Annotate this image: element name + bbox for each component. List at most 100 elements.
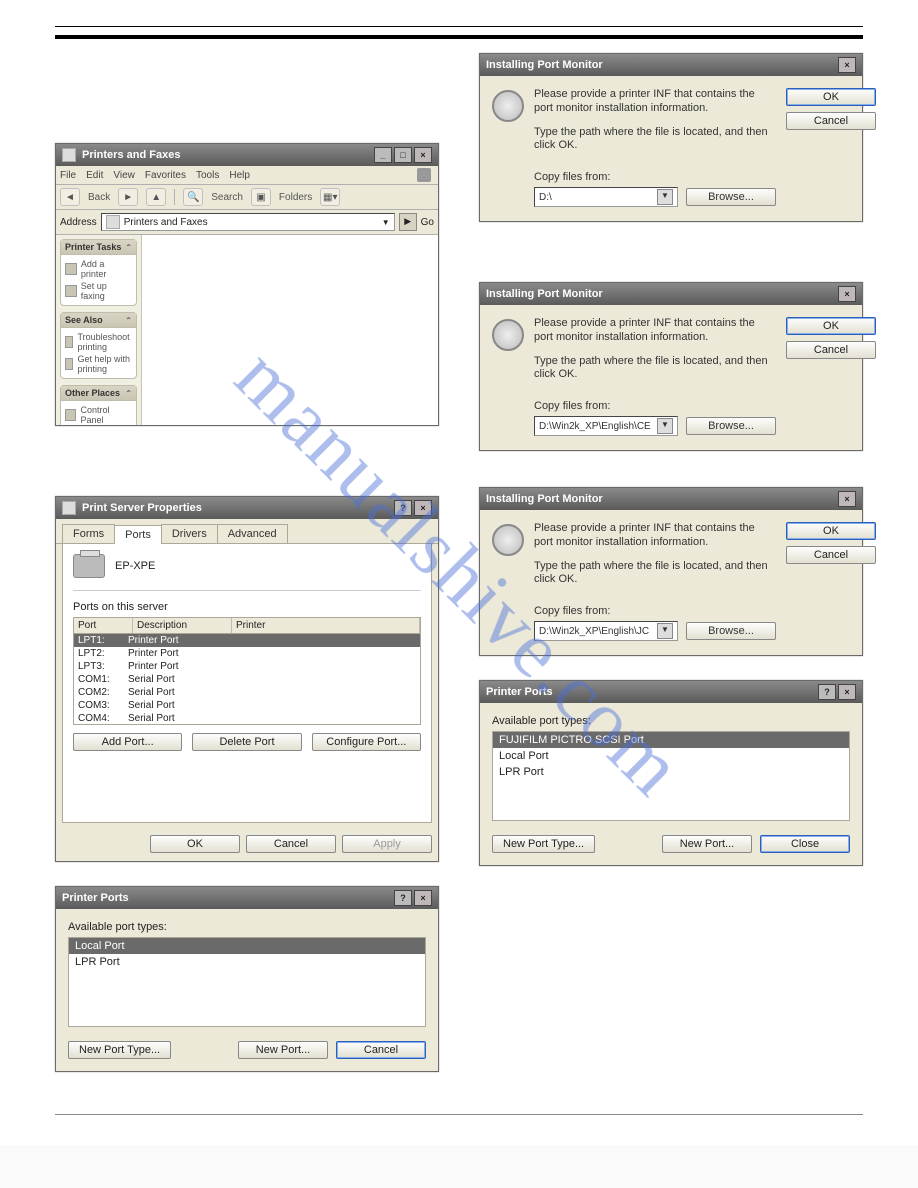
port-type-row[interactable]: FUJIFILM PICTRO SCSI Port xyxy=(493,732,849,748)
port-type-row[interactable]: LPR Port xyxy=(493,764,849,780)
help-icon xyxy=(65,358,73,370)
tab-advanced[interactable]: Advanced xyxy=(217,524,288,543)
add-port-button[interactable]: Add Port... xyxy=(73,733,182,751)
port-row[interactable]: LPT3:Printer Port xyxy=(74,660,420,673)
folders-icon[interactable]: ▣ xyxy=(251,188,271,206)
ipm-message-1: Please provide a printer INF that contai… xyxy=(534,88,776,116)
link-control-panel[interactable]: Control Panel xyxy=(65,404,132,425)
close-button[interactable]: × xyxy=(838,491,856,507)
back-button[interactable]: ◄ xyxy=(60,188,80,206)
ipm-message-1: Please provide a printer INF that contai… xyxy=(534,317,776,345)
port-row[interactable]: COM4:Serial Port xyxy=(74,712,420,725)
close-button[interactable]: × xyxy=(414,890,432,906)
port-type-row[interactable]: Local Port xyxy=(493,748,849,764)
close-button[interactable]: × xyxy=(838,57,856,73)
views-button[interactable]: ▦▾ xyxy=(320,188,340,206)
dialog-title: Printer Ports xyxy=(62,892,129,904)
forward-button[interactable]: ► xyxy=(118,188,138,206)
close-button[interactable]: × xyxy=(838,684,856,700)
ok-button[interactable]: OK xyxy=(786,522,876,540)
tab-drivers[interactable]: Drivers xyxy=(161,524,218,543)
maximize-button[interactable]: □ xyxy=(394,147,412,163)
collapse-icon[interactable]: ⌃ xyxy=(125,243,132,252)
menu-edit[interactable]: Edit xyxy=(86,170,103,181)
new-port-button[interactable]: New Port... xyxy=(662,835,752,853)
browse-button[interactable]: Browse... xyxy=(686,188,776,206)
link-get-help[interactable]: Get help with printing xyxy=(65,353,132,375)
port-type-row[interactable]: LPR Port xyxy=(69,954,425,970)
dropdown-icon[interactable]: ▼ xyxy=(657,623,673,639)
menu-help[interactable]: Help xyxy=(229,170,250,181)
copy-path-input[interactable]: D:\▼ xyxy=(534,187,678,207)
ipm-message-2: Type the path where the file is located,… xyxy=(534,560,776,588)
installing-port-monitor-dialog-1: Installing Port Monitor × Please provide… xyxy=(479,53,863,222)
port-row[interactable]: LPT2:Printer Port xyxy=(74,647,420,660)
installing-port-monitor-dialog-2: Installing Port Monitor × Please provide… xyxy=(479,282,863,451)
menu-favorites[interactable]: Favorites xyxy=(145,170,186,181)
close-button[interactable]: × xyxy=(414,147,432,163)
link-add-printer[interactable]: Add a printer xyxy=(65,258,132,280)
cancel-button[interactable]: Cancel xyxy=(786,546,876,564)
port-types-list[interactable]: FUJIFILM PICTRO SCSI PortLocal PortLPR P… xyxy=(492,731,850,821)
collapse-icon[interactable]: ⌃ xyxy=(125,316,132,325)
help-button[interactable]: ? xyxy=(394,500,412,516)
dialog-title: Printer Ports xyxy=(486,686,553,698)
cancel-button[interactable]: Cancel xyxy=(246,835,336,853)
minimize-button[interactable]: _ xyxy=(374,147,392,163)
copy-files-label: Copy files from: xyxy=(534,400,776,412)
up-button[interactable]: ▲ xyxy=(146,188,166,206)
help-button[interactable]: ? xyxy=(818,684,836,700)
ports-list[interactable]: LPT1:Printer PortLPT2:Printer PortLPT3:P… xyxy=(73,634,421,725)
configure-port-button[interactable]: Configure Port... xyxy=(312,733,421,751)
dialog-title: Installing Port Monitor xyxy=(486,59,603,71)
apply-button: Apply xyxy=(342,835,432,853)
port-row[interactable]: COM3:Serial Port xyxy=(74,699,420,712)
port-row[interactable]: COM2:Serial Port xyxy=(74,686,420,699)
cancel-button[interactable]: Cancel xyxy=(786,112,876,130)
ok-button[interactable]: OK xyxy=(786,317,876,335)
search-icon[interactable]: 🔍 xyxy=(183,188,203,206)
browse-button[interactable]: Browse... xyxy=(686,417,776,435)
ok-button[interactable]: OK xyxy=(786,88,876,106)
sidebar: Printer Tasks ⌃ Add a printer Set up faxi… xyxy=(56,235,142,425)
cancel-button[interactable]: Cancel xyxy=(786,341,876,359)
copy-path-input[interactable]: D:\Win2k_XP\English\CE▼ xyxy=(534,416,678,436)
menu-view[interactable]: View xyxy=(113,170,135,181)
printer-ports-dialog-left: Printer Ports ? × Available port types: … xyxy=(55,886,439,1072)
collapse-icon[interactable]: ⌃ xyxy=(125,389,132,398)
address-label: Address xyxy=(60,217,97,228)
menu-tools[interactable]: Tools xyxy=(196,170,219,181)
port-types-list[interactable]: Local PortLPR Port xyxy=(68,937,426,1027)
link-troubleshoot[interactable]: Troubleshoot printing xyxy=(65,331,132,353)
new-port-button[interactable]: New Port... xyxy=(238,1041,328,1059)
cancel-button[interactable]: Cancel xyxy=(336,1041,426,1059)
cp-icon xyxy=(65,409,76,421)
new-port-type-button[interactable]: New Port Type... xyxy=(68,1041,171,1059)
dropdown-icon[interactable]: ▼ xyxy=(657,189,673,205)
tab-ports[interactable]: Ports xyxy=(114,525,162,544)
panel-seealso-title: See Also xyxy=(65,315,103,325)
panel-tasks-title: Printer Tasks xyxy=(65,242,121,252)
go-button[interactable]: ▶ xyxy=(399,213,417,231)
new-port-type-button[interactable]: New Port Type... xyxy=(492,835,595,853)
copy-files-label: Copy files from: xyxy=(534,605,776,617)
ok-button[interactable]: OK xyxy=(150,835,240,853)
delete-port-button[interactable]: Delete Port xyxy=(192,733,301,751)
dropdown-icon[interactable]: ▼ xyxy=(657,418,673,434)
link-setup-faxing[interactable]: Set up faxing xyxy=(65,280,132,302)
cd-icon xyxy=(492,90,524,122)
dialog-title: Installing Port Monitor xyxy=(486,493,603,505)
copy-path-input[interactable]: D:\Win2k_XP\English\JC▼ xyxy=(534,621,678,641)
port-type-row[interactable]: Local Port xyxy=(69,938,425,954)
port-row[interactable]: LPT1:Printer Port xyxy=(74,634,420,647)
close-dialog-button[interactable]: Close xyxy=(760,835,850,853)
window-title: Printers and Faxes xyxy=(82,149,180,161)
tab-forms[interactable]: Forms xyxy=(62,524,115,543)
browse-button[interactable]: Browse... xyxy=(686,622,776,640)
close-button[interactable]: × xyxy=(838,286,856,302)
port-row[interactable]: COM1:Serial Port xyxy=(74,673,420,686)
help-button[interactable]: ? xyxy=(394,890,412,906)
close-button[interactable]: × xyxy=(414,500,432,516)
address-field[interactable]: Printers and Faxes ▼ xyxy=(101,213,395,231)
menu-file[interactable]: File xyxy=(60,170,76,181)
